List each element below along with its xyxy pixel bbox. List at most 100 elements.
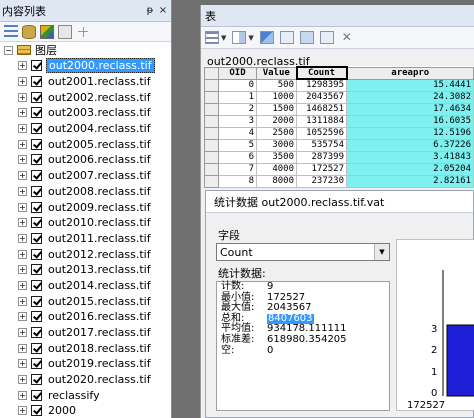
list-by-drawing-order-icon[interactable] <box>4 24 18 39</box>
expand-icon[interactable]: + <box>18 155 27 165</box>
layer-item[interactable]: +2000 <box>0 403 171 418</box>
expand-icon[interactable]: + <box>18 233 27 243</box>
table-row[interactable]: 1 1000 2043567 24.3082 <box>204 90 474 104</box>
clear-selection-icon[interactable] <box>299 31 314 44</box>
layer-visibility-checkbox[interactable] <box>31 107 42 119</box>
collapse-icon[interactable]: − <box>4 45 13 55</box>
expand-icon[interactable]: + <box>18 328 27 338</box>
row-selector[interactable] <box>204 90 219 104</box>
expand-icon[interactable]: + <box>18 61 27 71</box>
expand-icon[interactable]: + <box>18 77 27 87</box>
expand-icon[interactable]: + <box>18 202 27 212</box>
list-by-source-icon[interactable] <box>22 24 36 39</box>
table-options-icon[interactable] <box>205 31 219 44</box>
layer-visibility-checkbox[interactable] <box>31 342 42 354</box>
layer-item[interactable]: + out2000.reclass.tif <box>0 58 171 74</box>
layer-item[interactable]: + out2002.reclass.tif <box>0 89 171 105</box>
layer-item[interactable]: + out2014.reclass.tif <box>0 278 171 294</box>
layer-visibility-checkbox[interactable] <box>31 248 42 260</box>
row-selector[interactable] <box>204 150 219 164</box>
table-row[interactable]: 8 8000 237230 2.82161 <box>204 174 474 188</box>
row-selector[interactable] <box>204 138 219 152</box>
expand-icon[interactable]: + <box>18 171 27 181</box>
layer-visibility-checkbox[interactable] <box>31 91 42 103</box>
row-selector[interactable] <box>204 162 219 176</box>
expand-icon[interactable]: + <box>18 249 27 259</box>
layer-item[interactable]: + out2008.reclass.tif <box>0 184 171 200</box>
row-selector[interactable] <box>204 126 219 140</box>
layer-visibility-checkbox[interactable] <box>31 154 42 166</box>
table-row[interactable]: 2 1500 1468251 17.4634 <box>204 102 474 116</box>
column-header-oid[interactable]: OID <box>218 66 257 80</box>
layer-visibility-checkbox[interactable] <box>31 311 42 323</box>
table-row[interactable]: 6 3500 287399 3.41843 <box>204 150 474 164</box>
layer-item[interactable]: + out2011.reclass.tif <box>0 231 171 247</box>
row-selector[interactable] <box>204 102 219 116</box>
expand-icon[interactable]: + <box>18 124 27 134</box>
related-tables-icon[interactable] <box>232 31 247 44</box>
expand-icon[interactable]: + <box>18 359 27 369</box>
layer-item[interactable]: + out2020.reclass.tif <box>0 372 171 388</box>
expand-icon[interactable]: + <box>18 406 27 416</box>
layer-visibility-checkbox[interactable] <box>31 327 42 339</box>
layer-item[interactable]: + out2016.reclass.tif <box>0 309 171 325</box>
expand-icon[interactable]: + <box>18 92 27 102</box>
expand-icon[interactable]: + <box>18 218 27 228</box>
layer-visibility-checkbox[interactable] <box>31 138 42 150</box>
delete-selected-icon[interactable]: ✕ <box>340 31 354 44</box>
table-row[interactable]: 7 4000 172527 2.05204 <box>204 162 474 176</box>
layer-item[interactable]: + out2007.reclass.tif <box>0 168 171 184</box>
layer-item[interactable]: + out2006.reclass.tif <box>0 152 171 168</box>
layer-visibility-checkbox[interactable] <box>31 389 42 401</box>
layer-item[interactable]: + out2017.reclass.tif <box>0 325 171 341</box>
layer-visibility-checkbox[interactable] <box>31 201 42 213</box>
switch-selection-icon[interactable] <box>279 31 294 44</box>
layer-visibility-checkbox[interactable] <box>31 232 42 244</box>
expand-icon[interactable]: + <box>18 186 27 196</box>
layer-visibility-checkbox[interactable] <box>31 279 42 291</box>
layer-visibility-checkbox[interactable] <box>31 405 42 417</box>
layer-item[interactable]: + out2003.reclass.tif <box>0 105 171 121</box>
expand-icon[interactable]: + <box>18 390 27 400</box>
layer-item[interactable]: + reclassify <box>0 387 171 403</box>
expand-icon[interactable]: + <box>18 280 27 290</box>
layer-item[interactable]: + out2015.reclass.tif <box>0 293 171 309</box>
row-selector[interactable] <box>204 78 219 92</box>
expand-icon[interactable]: + <box>18 312 27 322</box>
expand-icon[interactable]: + <box>18 139 27 149</box>
select-by-attributes-icon[interactable] <box>259 31 274 44</box>
layer-visibility-checkbox[interactable] <box>31 170 42 182</box>
layer-visibility-checkbox[interactable] <box>31 217 42 229</box>
layer-visibility-checkbox[interactable] <box>31 374 42 386</box>
layer-item[interactable]: + out2005.reclass.tif <box>0 136 171 152</box>
options-icon[interactable] <box>76 24 90 39</box>
chevron-down-icon[interactable]: ▼ <box>374 244 389 260</box>
layer-visibility-checkbox[interactable] <box>31 123 42 135</box>
close-icon[interactable]: × <box>158 5 168 16</box>
expand-icon[interactable]: + <box>18 375 27 385</box>
layer-visibility-checkbox[interactable] <box>31 264 42 276</box>
chevron-down-icon[interactable]: ▼ <box>221 34 226 42</box>
column-header-value[interactable]: Value <box>256 66 297 80</box>
expand-icon[interactable]: + <box>18 108 27 118</box>
table-row[interactable]: 4 2500 1052596 12.5196 <box>204 126 474 140</box>
field-dropdown[interactable]: Count ▼ <box>216 243 390 261</box>
expand-icon[interactable]: + <box>18 296 27 306</box>
layer-item[interactable]: + out2010.reclass.tif <box>0 215 171 231</box>
pin-icon[interactable]: ᵽ <box>145 5 155 16</box>
layer-item[interactable]: + out2004.reclass.tif <box>0 121 171 137</box>
row-selector[interactable] <box>204 174 219 188</box>
expand-icon[interactable]: + <box>18 343 27 353</box>
table-row[interactable]: 3 2000 1311884 16.6035 <box>204 114 474 128</box>
column-header-count[interactable]: Count <box>295 66 348 80</box>
layer-item[interactable]: + out2018.reclass.tif <box>0 340 171 356</box>
layer-item[interactable]: + out2001.reclass.tif <box>0 74 171 90</box>
expand-icon[interactable]: + <box>18 265 27 275</box>
layer-visibility-checkbox[interactable] <box>31 358 42 370</box>
layer-item[interactable]: + out2012.reclass.tif <box>0 246 171 262</box>
statistics-list[interactable]: 计数: 9 最小值: 172527 最大值: 2043567 总和: 8407603 平均值: 9… <box>216 281 390 411</box>
layers-group[interactable]: − 图层 <box>0 42 171 58</box>
layer-visibility-checkbox[interactable] <box>31 76 42 88</box>
row-header-corner[interactable] <box>204 66 219 80</box>
list-by-selection-icon[interactable] <box>58 24 72 39</box>
